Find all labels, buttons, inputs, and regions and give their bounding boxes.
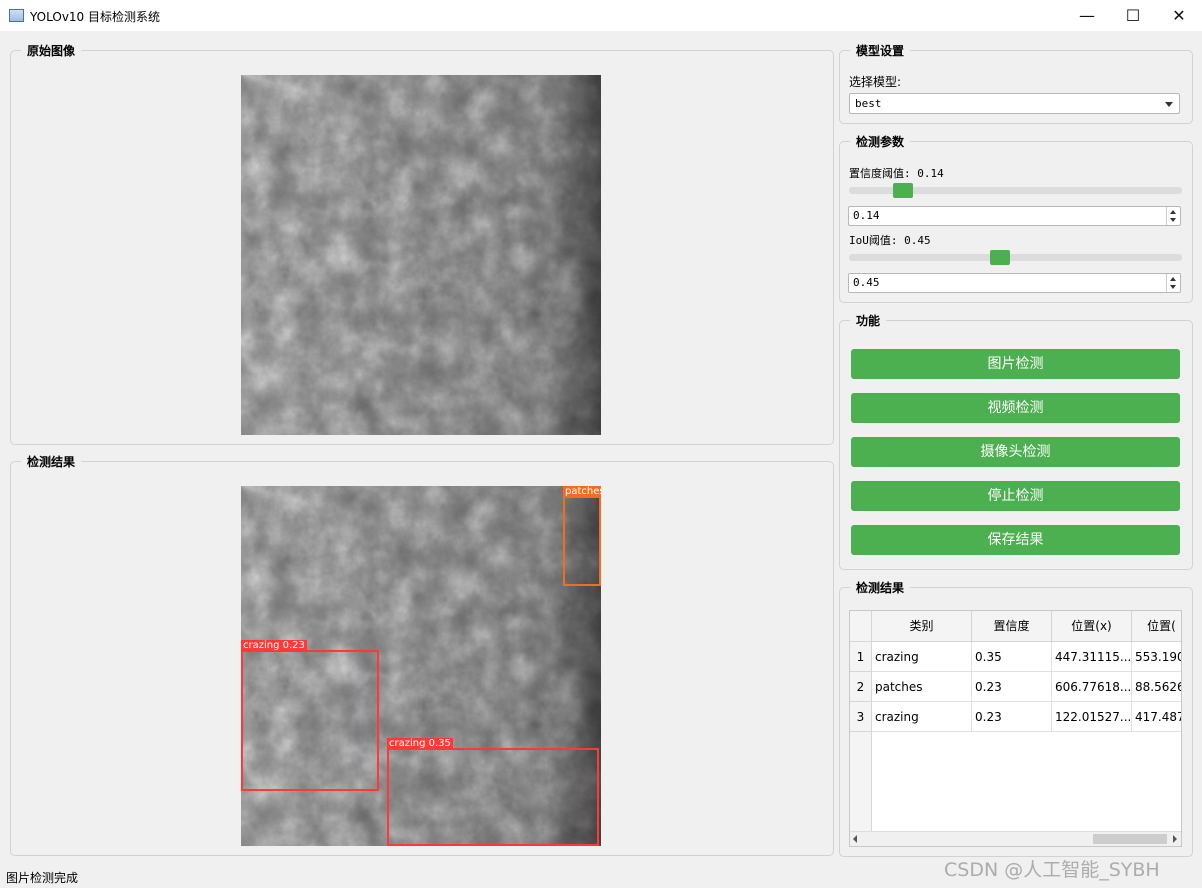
detection-box-crazing-2 — [387, 748, 599, 846]
title-bar: YOLOv10 目标检测系统 — ☐ ✕ — [0, 0, 1202, 31]
table-cell[interactable]: crazing — [872, 642, 972, 672]
column-header-class[interactable]: 类别 — [872, 611, 972, 642]
table-cell[interactable]: 122.01527... — [1052, 702, 1132, 732]
row-header[interactable]: 3 — [850, 702, 872, 732]
app-icon — [9, 9, 24, 22]
table-corner[interactable] — [850, 611, 872, 642]
iou-spinbox[interactable]: 0.45 — [848, 273, 1181, 293]
row-header[interactable]: 2 — [850, 672, 872, 702]
stop-detect-button[interactable]: 停止检测 — [851, 481, 1180, 511]
table-cell[interactable]: patches — [872, 672, 972, 702]
result-image: patches crazing 0.23 crazing 0.35 — [241, 486, 601, 846]
detection-box-crazing-1 — [241, 650, 379, 791]
confidence-spinbox[interactable]: 0.14 — [848, 206, 1181, 226]
chevron-up-icon[interactable] — [1170, 210, 1176, 214]
detection-params-title: 检测参数 — [850, 133, 911, 150]
scroll-right-icon[interactable] — [1173, 835, 1177, 843]
scrollbar-thumb[interactable] — [1093, 834, 1167, 844]
close-button[interactable]: ✕ — [1156, 0, 1202, 31]
model-settings-title: 模型设置 — [850, 42, 911, 59]
model-select[interactable]: best — [849, 93, 1180, 114]
model-select-label: 选择模型: — [849, 75, 902, 89]
chevron-down-icon — [1165, 102, 1173, 107]
table-cell[interactable]: 88.5626 — [1132, 672, 1181, 702]
table-cell[interactable]: 0.23 — [972, 672, 1052, 702]
original-image-title: 原始图像 — [21, 42, 82, 59]
chevron-down-icon[interactable] — [1170, 218, 1176, 222]
chevron-up-icon[interactable] — [1170, 277, 1176, 281]
save-results-button[interactable]: 保存结果 — [851, 525, 1180, 555]
column-header-position-x[interactable]: 位置(x) — [1052, 611, 1132, 642]
model-select-value: best — [855, 97, 882, 110]
table-cell[interactable]: 417.487 — [1132, 702, 1181, 732]
iou-slider[interactable] — [849, 254, 1182, 261]
functions-title: 功能 — [850, 312, 887, 329]
table-cell[interactable]: 606.77618... — [1052, 672, 1132, 702]
result-image-title: 检测结果 — [21, 453, 82, 470]
original-image — [241, 75, 601, 435]
iou-label: IoU阈值: 0.45 — [849, 234, 931, 247]
spin-arrows[interactable] — [1166, 274, 1180, 292]
image-detect-button[interactable]: 图片检测 — [851, 349, 1180, 379]
confidence-slider-handle[interactable] — [892, 183, 913, 198]
maximize-button[interactable]: ☐ — [1110, 0, 1156, 31]
scroll-left-icon[interactable] — [853, 835, 857, 843]
row-header-empty — [850, 732, 872, 846]
horizontal-scrollbar[interactable] — [850, 831, 1181, 846]
confidence-label: 置信度阈值: 0.14 — [849, 167, 944, 180]
row-header[interactable]: 1 — [850, 642, 872, 672]
detection-label-crazing-1: crazing 0.23 — [241, 640, 307, 651]
spin-arrows[interactable] — [1166, 207, 1180, 225]
table-cell[interactable]: 447.31115... — [1052, 642, 1132, 672]
table-cell[interactable]: 553.190 — [1132, 642, 1181, 672]
table-cell[interactable]: crazing — [872, 702, 972, 732]
column-header-position-y[interactable]: 位置( — [1132, 611, 1181, 642]
watermark: CSDN @人工智能_SYBH — [944, 859, 1160, 881]
video-detect-button[interactable]: 视频检测 — [851, 393, 1180, 423]
confidence-value: 0.14 — [853, 209, 880, 222]
detection-box-patches — [563, 496, 601, 586]
results-title: 检测结果 — [850, 579, 911, 596]
detection-label-crazing-2: crazing 0.35 — [387, 738, 453, 749]
status-bar: 图片检测完成 — [6, 871, 79, 885]
minimize-button[interactable]: — — [1064, 0, 1110, 31]
results-table[interactable]: 类别 置信度 位置(x) 位置( 1 crazing 0.35 447.3111… — [849, 610, 1182, 847]
window-title: YOLOv10 目标检测系统 — [30, 10, 161, 24]
column-header-confidence[interactable]: 置信度 — [972, 611, 1052, 642]
iou-slider-handle[interactable] — [989, 250, 1010, 265]
iou-value: 0.45 — [853, 276, 880, 289]
table-cell[interactable]: 0.23 — [972, 702, 1052, 732]
table-cell[interactable]: 0.35 — [972, 642, 1052, 672]
chevron-down-icon[interactable] — [1170, 285, 1176, 289]
camera-detect-button[interactable]: 摄像头检测 — [851, 437, 1180, 467]
detection-label-patches: patches — [563, 486, 601, 497]
